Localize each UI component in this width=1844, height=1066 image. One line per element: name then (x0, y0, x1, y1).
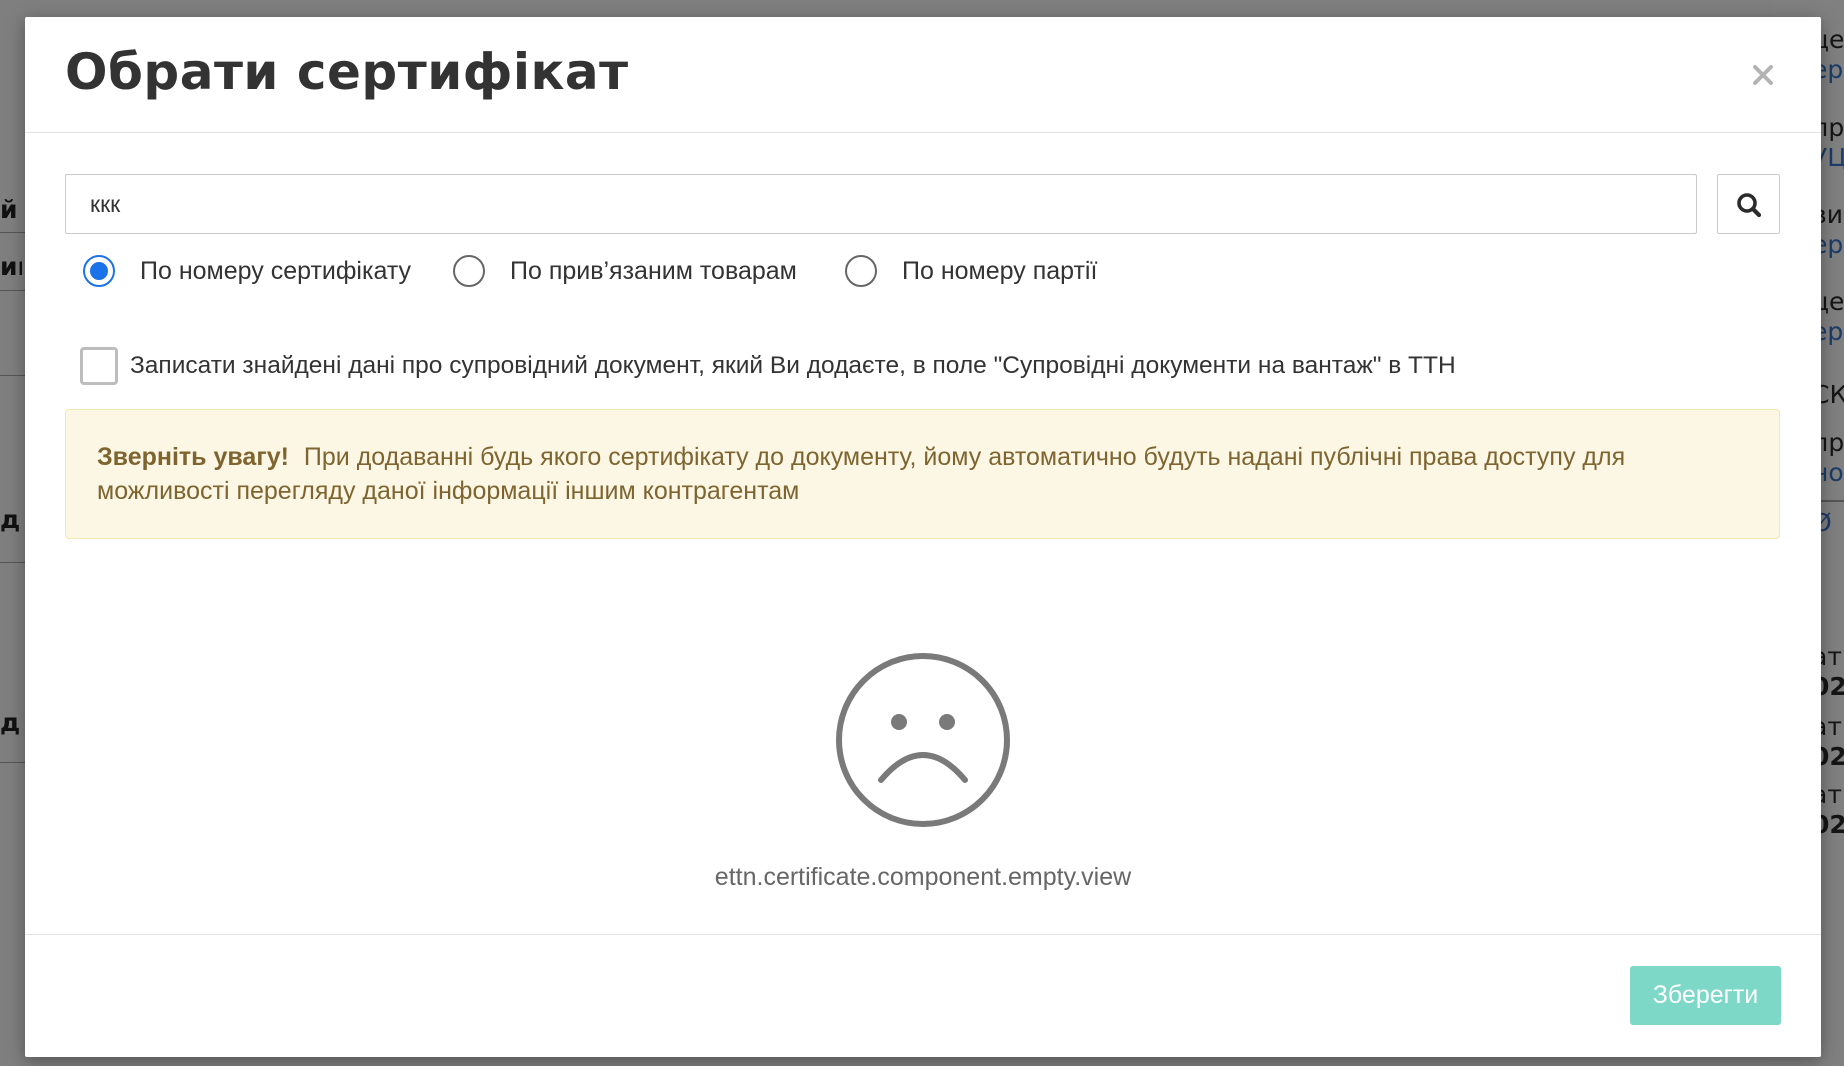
background-divider (0, 290, 26, 291)
write-to-ttn-checkbox[interactable] (80, 347, 118, 385)
close-icon (1753, 65, 1773, 85)
warning-title: Зверніть увагу! (97, 443, 289, 471)
sad-face-icon (836, 653, 1010, 827)
empty-state-message: ettn.certificate.component.empty.view (714, 863, 1132, 891)
radio-button-selected[interactable] (83, 255, 115, 287)
radio-label: По номеру партії (902, 256, 1098, 285)
dialog-header: Обрати сертифікат (25, 17, 1821, 133)
radio-button[interactable] (845, 255, 877, 287)
background-fragment: дп (0, 708, 22, 737)
write-to-ttn-option[interactable]: Записати знайдені дані про супровідний д… (80, 344, 1456, 388)
close-button[interactable] (1745, 57, 1781, 93)
background-divider (0, 562, 26, 563)
radio-button[interactable] (453, 255, 485, 287)
dialog-footer: Зберегти (25, 934, 1821, 1058)
background-divider (0, 375, 26, 376)
background-divider (0, 762, 26, 763)
radio-by-certificate-number[interactable]: По номеру сертифікату (83, 252, 411, 290)
background-fragment: й (0, 195, 18, 224)
radio-by-linked-goods[interactable]: По прив’язаним товарам (453, 252, 797, 290)
certificate-search-input[interactable] (65, 174, 1697, 234)
save-button[interactable]: Зберегти (1630, 966, 1781, 1025)
warning-alert: Зверніть увагу! При додаванні будь якого… (65, 409, 1780, 539)
background-fragment: ик (0, 252, 22, 281)
background-fragment: дп (0, 505, 22, 534)
checkbox-label: Записати знайдені дані про супровідний д… (130, 352, 1456, 379)
search-button[interactable] (1717, 174, 1780, 234)
dialog-title: Обрати сертифікат (65, 43, 629, 101)
radio-label: По номеру сертифікату (140, 256, 412, 285)
select-certificate-dialog: Обрати сертифікат По номеру сертифікату … (25, 17, 1821, 1057)
radio-by-batch-number[interactable]: По номеру партії (845, 252, 1097, 290)
search-icon (1737, 193, 1762, 218)
background-divider (0, 232, 26, 233)
radio-label: По прив’язаним товарам (510, 256, 797, 285)
warning-text: При додаванні будь якого сертифікату до … (97, 443, 1626, 505)
